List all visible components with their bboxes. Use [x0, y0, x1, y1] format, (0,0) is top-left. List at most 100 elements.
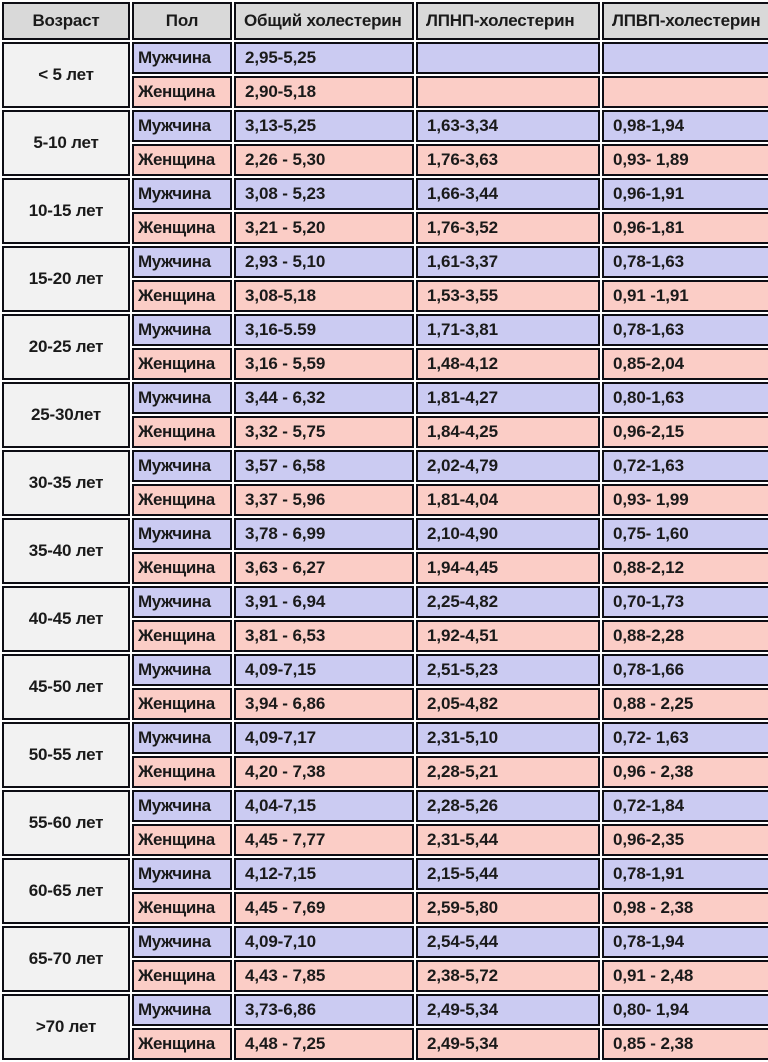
age-group-cell: 10-15 лет	[2, 178, 130, 244]
sex-cell: Мужчина	[132, 110, 232, 142]
ldl-cholesterol-cell: 2,28-5,26	[416, 790, 600, 822]
age-group-cell: 60-65 лет	[2, 858, 130, 924]
ldl-cholesterol-cell: 1,94-4,45	[416, 552, 600, 584]
ldl-cholesterol-cell	[416, 42, 600, 74]
sex-cell: Женщина	[132, 1028, 232, 1060]
hdl-cholesterol-cell	[602, 76, 768, 108]
hdl-cholesterol-cell: 0,88 - 2,25	[602, 688, 768, 720]
age-group-cell: 15-20 лет	[2, 246, 130, 312]
hdl-cholesterol-cell: 0,78-1,94	[602, 926, 768, 958]
ldl-cholesterol-cell: 2,49-5,34	[416, 994, 600, 1026]
age-group-cell: 45-50 лет	[2, 654, 130, 720]
sex-cell: Мужчина	[132, 586, 232, 618]
sex-cell: Женщина	[132, 280, 232, 312]
hdl-cholesterol-cell: 0,78-1,66	[602, 654, 768, 686]
ldl-cholesterol-cell: 2,25-4,82	[416, 586, 600, 618]
hdl-cholesterol-cell: 0,96-2,35	[602, 824, 768, 856]
ldl-cholesterol-cell: 1,63-3,34	[416, 110, 600, 142]
age-group-cell: 5-10 лет	[2, 110, 130, 176]
cholesterol-reference-table: Возраст Пол Общий холестерин ЛПНП-холест…	[0, 0, 768, 1062]
ldl-cholesterol-cell: 1,76-3,52	[416, 212, 600, 244]
ldl-cholesterol-cell: 2,51-5,23	[416, 654, 600, 686]
total-cholesterol-cell: 4,43 - 7,85	[234, 960, 414, 992]
age-group-cell: 25-30лет	[2, 382, 130, 448]
ldl-cholesterol-cell: 2,28-5,21	[416, 756, 600, 788]
total-cholesterol-cell: 3,16-5.59	[234, 314, 414, 346]
age-group-cell: 65-70 лет	[2, 926, 130, 992]
ldl-cholesterol-cell	[416, 76, 600, 108]
ldl-cholesterol-cell: 1,76-3,63	[416, 144, 600, 176]
hdl-cholesterol-cell: 0,96-2,15	[602, 416, 768, 448]
hdl-cholesterol-cell: 0,98-1,94	[602, 110, 768, 142]
hdl-cholesterol-cell: 0,78-1,91	[602, 858, 768, 890]
sex-cell: Мужчина	[132, 654, 232, 686]
sex-cell: Мужчина	[132, 450, 232, 482]
sex-cell: Мужчина	[132, 518, 232, 550]
sex-cell: Женщина	[132, 416, 232, 448]
table-row: 55-60 лет Мужчина 4,04-7,15 2,28-5,26 0,72-1…	[2, 790, 768, 856]
sex-cell: Мужчина	[132, 178, 232, 210]
ldl-cholesterol-cell: 2,59-5,80	[416, 892, 600, 924]
ldl-cholesterol-cell: 1,71-3,81	[416, 314, 600, 346]
ldl-cholesterol-cell: 2,10-4,90	[416, 518, 600, 550]
hdl-cholesterol-cell: 0,80-1,63	[602, 382, 768, 414]
sex-cell: Мужчина	[132, 994, 232, 1026]
total-cholesterol-cell: 3,57 - 6,58	[234, 450, 414, 482]
total-cholesterol-cell: 4,04-7,15	[234, 790, 414, 822]
column-header-ldl-cholesterol: ЛПНП-холестерин	[416, 2, 600, 40]
ldl-cholesterol-cell: 1,61-3,37	[416, 246, 600, 278]
column-header-hdl-cholesterol: ЛПВП-холестерин	[602, 2, 768, 40]
column-header-age: Возраст	[2, 2, 130, 40]
hdl-cholesterol-cell: 0,88-2,12	[602, 552, 768, 584]
age-group-cell: >70 лет	[2, 994, 130, 1060]
table-row: 60-65 лет Мужчина 4,12-7,15 2,15-5,44 0,78-1…	[2, 858, 768, 924]
hdl-cholesterol-cell: 0,72-1,84	[602, 790, 768, 822]
hdl-cholesterol-cell: 0,96-1,81	[602, 212, 768, 244]
sex-cell: Мужчина	[132, 314, 232, 346]
sex-cell: Мужчина	[132, 858, 232, 890]
ldl-cholesterol-cell: 2,38-5,72	[416, 960, 600, 992]
hdl-cholesterol-cell: 0,96 - 2,38	[602, 756, 768, 788]
ldl-cholesterol-cell: 2,31-5,10	[416, 722, 600, 754]
header-row: Возраст Пол Общий холестерин ЛПНП-холест…	[2, 2, 768, 40]
hdl-cholesterol-cell: 0,85 - 2,38	[602, 1028, 768, 1060]
column-header-total-cholesterol: Общий холестерин	[234, 2, 414, 40]
total-cholesterol-cell: 3,08-5,18	[234, 280, 414, 312]
ldl-cholesterol-cell: 2,49-5,34	[416, 1028, 600, 1060]
sex-cell: Женщина	[132, 76, 232, 108]
sex-cell: Женщина	[132, 892, 232, 924]
sex-cell: Женщина	[132, 688, 232, 720]
hdl-cholesterol-cell: 0,70-1,73	[602, 586, 768, 618]
total-cholesterol-cell: 2,26 - 5,30	[234, 144, 414, 176]
hdl-cholesterol-cell: 0,75- 1,60	[602, 518, 768, 550]
total-cholesterol-cell: 3,91 - 6,94	[234, 586, 414, 618]
table-row: < 5 лет Мужчина 2,95-5,25	[2, 42, 768, 108]
age-group-cell: 40-45 лет	[2, 586, 130, 652]
sex-cell: Мужчина	[132, 722, 232, 754]
age-group-cell: 55-60 лет	[2, 790, 130, 856]
ldl-cholesterol-cell: 1,81-4,27	[416, 382, 600, 414]
total-cholesterol-cell: 3,16 - 5,59	[234, 348, 414, 380]
ldl-cholesterol-cell: 2,31-5,44	[416, 824, 600, 856]
sex-cell: Женщина	[132, 620, 232, 652]
ldl-cholesterol-cell: 1,53-3,55	[416, 280, 600, 312]
total-cholesterol-cell: 3,37 - 5,96	[234, 484, 414, 516]
total-cholesterol-cell: 3,13-5,25	[234, 110, 414, 142]
column-header-sex: Пол	[132, 2, 232, 40]
total-cholesterol-cell: 3,73-6,86	[234, 994, 414, 1026]
age-group-cell: 50-55 лет	[2, 722, 130, 788]
hdl-cholesterol-cell: 0,80- 1,94	[602, 994, 768, 1026]
sex-cell: Мужчина	[132, 926, 232, 958]
total-cholesterol-cell: 3,21 - 5,20	[234, 212, 414, 244]
table-row: 65-70 лет Мужчина 4,09-7,10 2,54-5,44 0,78-1…	[2, 926, 768, 992]
sex-cell: Мужчина	[132, 246, 232, 278]
table-row: 45-50 лет Мужчина 4,09-7,15 2,51-5,23 0,78-1…	[2, 654, 768, 720]
table-row: 30-35 лет Мужчина 3,57 - 6,58 2,02-4,79 0,72…	[2, 450, 768, 516]
total-cholesterol-cell: 4,45 - 7,77	[234, 824, 414, 856]
ldl-cholesterol-cell: 2,05-4,82	[416, 688, 600, 720]
table-row: 35-40 лет Мужчина 3,78 - 6,99 2,10-4,90 0,75…	[2, 518, 768, 584]
total-cholesterol-cell: 4,48 - 7,25	[234, 1028, 414, 1060]
total-cholesterol-cell: 3,78 - 6,99	[234, 518, 414, 550]
hdl-cholesterol-cell: 0,78-1,63	[602, 314, 768, 346]
ldl-cholesterol-cell: 1,81-4,04	[416, 484, 600, 516]
